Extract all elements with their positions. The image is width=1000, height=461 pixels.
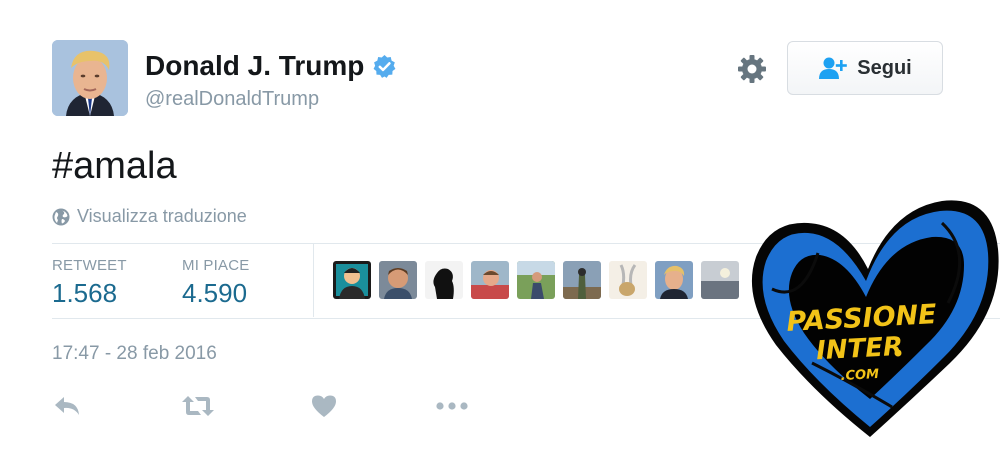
verified-badge-icon [373, 55, 396, 78]
display-name[interactable]: Donald J. Trump [145, 50, 364, 82]
gear-icon[interactable] [736, 53, 768, 85]
more-dots-icon [436, 402, 468, 410]
globe-icon [52, 208, 70, 225]
logo-line2: INTER [815, 332, 903, 367]
retweet-button[interactable] [180, 392, 216, 420]
likers-avatars [333, 261, 739, 299]
liker-avatar[interactable] [517, 261, 555, 299]
more-button[interactable] [435, 392, 469, 420]
liker-avatar[interactable] [425, 261, 463, 299]
translate-label: Visualizza traduzione [77, 206, 247, 226]
follow-button-label: Segui [857, 56, 912, 79]
avatar-image [52, 40, 128, 116]
like-button[interactable] [310, 392, 338, 420]
liker-avatar[interactable] [471, 261, 509, 299]
liker-avatar[interactable] [655, 261, 693, 299]
retweet-label: RETWEET [52, 257, 127, 274]
follow-button[interactable]: Segui [787, 41, 943, 95]
liker-avatar[interactable] [609, 261, 647, 299]
reply-button[interactable] [52, 392, 82, 420]
retweet-count[interactable]: 1.568 [52, 278, 117, 309]
reply-icon [55, 397, 79, 415]
tweet-text[interactable]: #amala [52, 145, 177, 188]
liker-avatar[interactable] [701, 261, 739, 299]
divider [313, 243, 314, 317]
avatar[interactable] [52, 40, 128, 116]
liker-avatar[interactable] [379, 261, 417, 299]
passione-inter-logo: PASSIONE INTER .COM [751, 200, 999, 437]
retweet-icon [182, 396, 214, 416]
tweet-timestamp[interactable]: 17:47 - 28 feb 2016 [52, 343, 217, 365]
translate-link[interactable]: Visualizza traduzione [52, 206, 247, 227]
likes-count[interactable]: 4.590 [182, 278, 247, 309]
liker-avatar[interactable] [563, 261, 601, 299]
liker-avatar[interactable] [333, 261, 371, 299]
add-user-icon [819, 57, 848, 79]
likes-label: MI PIACE [182, 257, 250, 274]
logo-line3: .COM [840, 367, 879, 384]
user-handle[interactable]: @realDonaldTrump [145, 88, 319, 111]
heart-icon [312, 395, 336, 417]
